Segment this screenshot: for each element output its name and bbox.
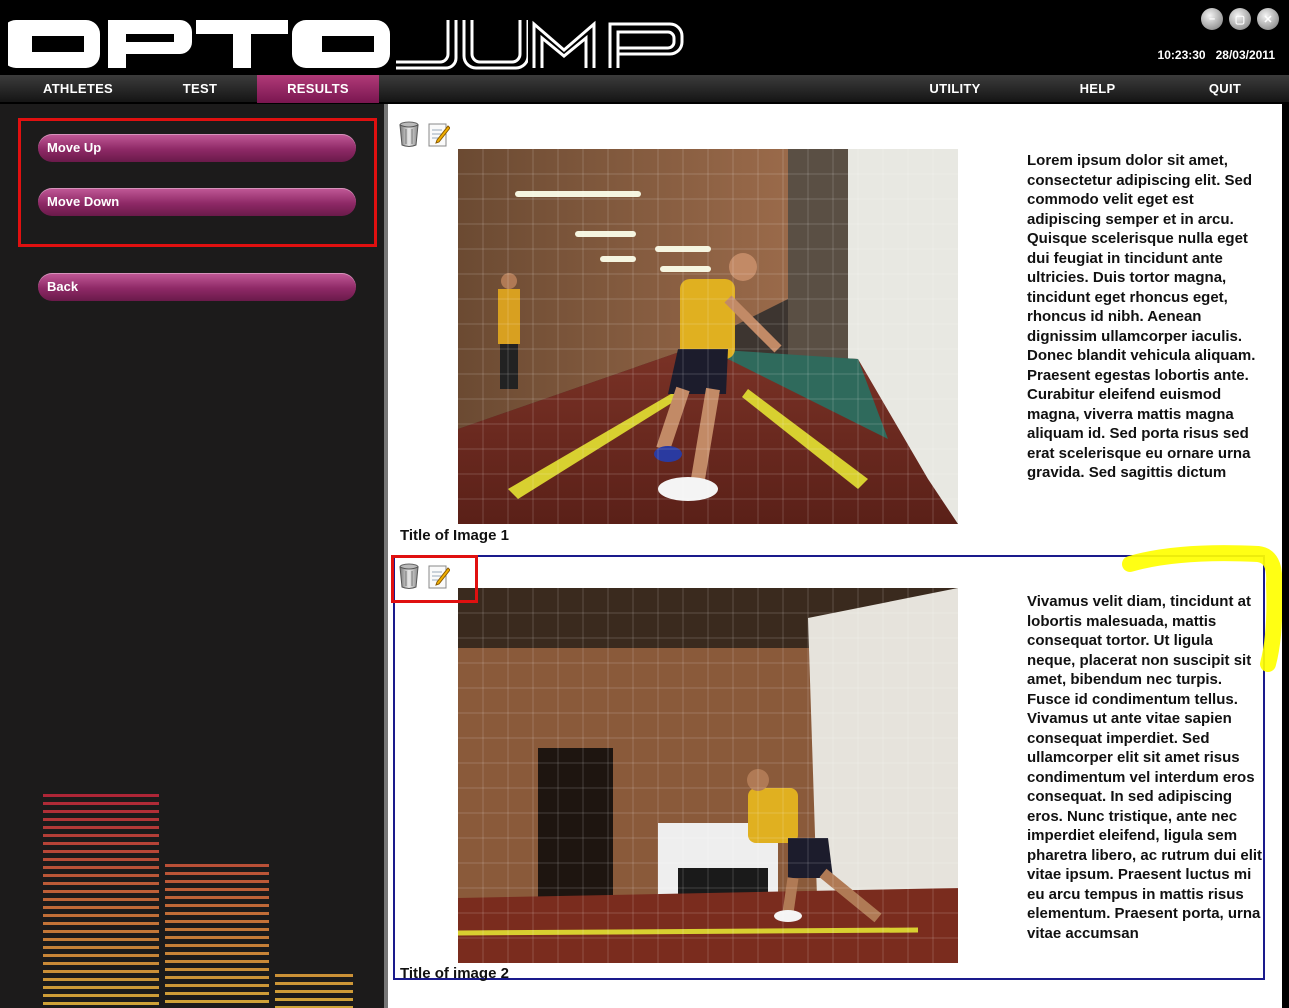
tab-quit[interactable]: QUIT [1170,75,1280,103]
entry-toolbar [398,120,450,148]
move-down-button[interactable]: Move Down [38,188,356,216]
time-text: 10:23:30 [1157,48,1206,62]
results-report[interactable]: Lorem ipsum dolor sit amet, consectetur … [384,104,1283,1008]
back-button[interactable]: Back [38,273,356,301]
clock: 10:23:30 28/03/2011 [1158,48,1275,62]
highlight-annotation [1122,545,1283,672]
tab-results[interactable]: RESULTS [257,75,379,103]
main-nav: ATHLETES TEST RESULTS UTILITY HELP QUIT [0,75,1289,103]
decorative-equalizer [43,794,353,1008]
optojump-logo [8,20,528,70]
close-icon[interactable]: ✕ [1257,8,1279,30]
sidebar: Move Up Move Down Back [0,104,384,1008]
entry-caption: Title of Image 1 [400,527,509,544]
minimize-icon[interactable]: – [1201,8,1223,30]
window-edge [1282,104,1289,1008]
edit-icon[interactable] [428,120,450,148]
date-text: 28/03/2011 [1215,48,1275,62]
annotation-box [391,555,478,603]
tab-athletes[interactable]: ATHLETES [18,75,138,103]
logo-tail [532,20,684,68]
trash-icon[interactable] [398,120,420,148]
tab-help[interactable]: HELP [1040,75,1155,103]
entry-text: Lorem ipsum dolor sit amet, consectetur … [1027,152,1256,481]
entry-caption: Title of image 2 [400,965,509,982]
app-header: – ▢ ✕ 10:23:30 28/03/2011 [0,0,1289,75]
tab-utility[interactable]: UTILITY [895,75,1015,103]
move-up-button[interactable]: Move Up [38,134,356,162]
maximize-icon[interactable]: ▢ [1229,8,1251,30]
tab-test[interactable]: TEST [145,75,255,103]
entry-image [458,149,958,524]
entry-image [458,588,958,963]
